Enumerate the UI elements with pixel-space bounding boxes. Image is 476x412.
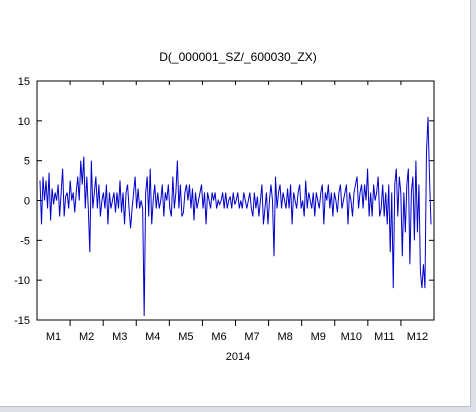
chart-title: D(_000001_SZ/_600030_ZX) xyxy=(159,50,316,64)
line-chart: D(_000001_SZ/_600030_ZX) -15-10-5051015 … xyxy=(14,50,435,363)
y-tick-label: -10 xyxy=(14,275,30,287)
x-tick-label: M8 xyxy=(277,331,292,343)
y-tick-label: -15 xyxy=(14,315,30,327)
y-tick-label: 15 xyxy=(18,76,30,88)
x-tick-label: M9 xyxy=(311,331,326,343)
x-axis-label: 2014 xyxy=(226,351,250,363)
y-tick-label: 10 xyxy=(18,116,30,128)
x-tick-label: M1 xyxy=(46,331,61,343)
x-tick-label: M2 xyxy=(79,331,94,343)
y-tick-label: -5 xyxy=(20,235,30,247)
x-tick-label: M6 xyxy=(211,331,226,343)
x-tick-label: M10 xyxy=(341,331,362,343)
x-tick-label: M12 xyxy=(407,331,428,343)
x-tick-label: M7 xyxy=(244,331,259,343)
x-tick-label: M4 xyxy=(145,331,160,343)
chart-window: D(_000001_SZ/_600030_ZX) -15 -10 -5 0 5 10 15 … xyxy=(0,0,471,407)
y-tick-label: 0 xyxy=(24,196,30,208)
x-tick-label: M11 xyxy=(374,331,395,343)
x-tick-label: M5 xyxy=(178,331,193,343)
y-tick-label: 5 xyxy=(24,156,30,168)
x-tick-label: M3 xyxy=(112,331,127,343)
